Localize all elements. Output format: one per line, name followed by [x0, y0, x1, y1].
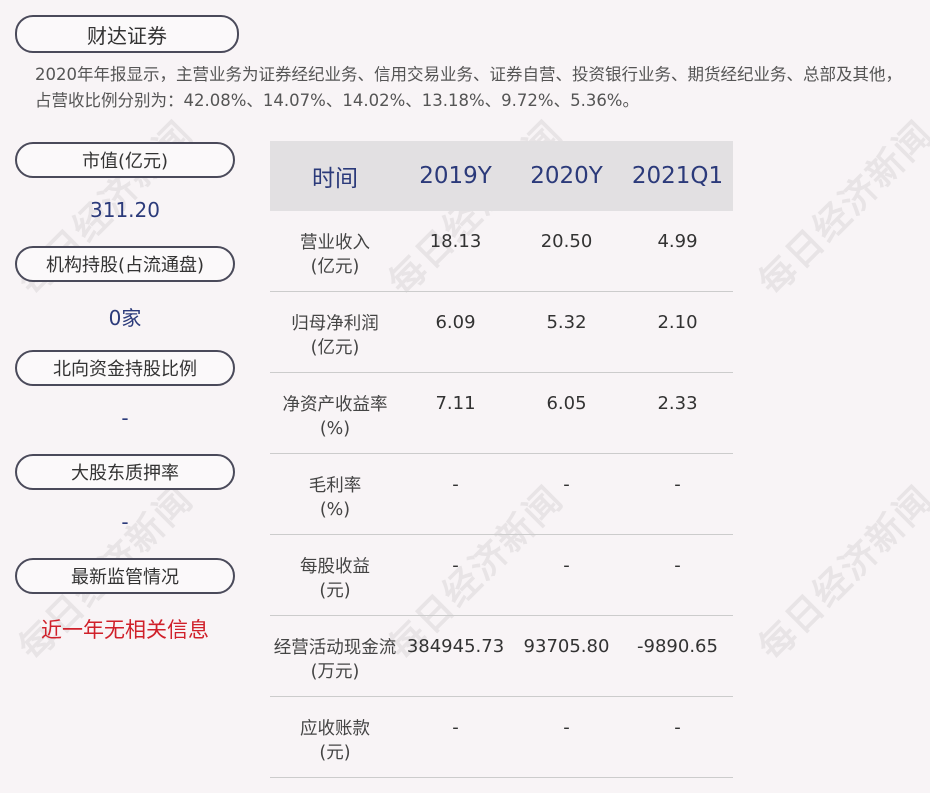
financial-table: 时间 2019Y 2020Y 2021Q1 营业收入 (亿元) 18.13 20.… [270, 141, 733, 778]
table-cell: - [452, 717, 459, 738]
pledge-ratio-label: 大股东质押率 [15, 454, 235, 490]
table-row: 毛利率 (%) - - - [270, 454, 733, 535]
table-cell: - [563, 717, 570, 738]
table-cell: - [563, 555, 570, 576]
pledge-ratio-value: - [121, 510, 129, 534]
watermark: 每日经济新闻 [751, 478, 930, 669]
regulatory-status-label: 最新监管情况 [15, 558, 235, 594]
northbound-holding-value: - [121, 406, 129, 430]
table-cell: - [674, 717, 681, 738]
table-cell: - [674, 474, 681, 495]
row-label: 每股收益 (元) [300, 557, 370, 601]
table-row: 每股收益 (元) - - - [270, 535, 733, 616]
regulatory-status-value: 近一年无相关信息 [41, 618, 209, 642]
table-header: 时间 2019Y 2020Y 2021Q1 [270, 141, 733, 211]
table-cell: -9890.65 [637, 636, 718, 657]
table-cell: 6.09 [435, 312, 476, 333]
table-cell: - [452, 555, 459, 576]
row-label: 净资产收益率 (%) [282, 395, 388, 439]
table-cell: - [563, 474, 570, 495]
table-row: 归母净利润 (亿元) 6.09 5.32 2.10 [270, 292, 733, 373]
table-row: 营业收入 (亿元) 18.13 20.50 4.99 [270, 211, 733, 292]
table-row: 净资产收益率 (%) 7.11 6.05 2.33 [270, 373, 733, 454]
northbound-holding-label: 北向资金持股比例 [15, 350, 235, 386]
table-row: 经营活动现金流 (万元) 384945.73 93705.80 -9890.65 [270, 616, 733, 697]
header-cell: 时间 [312, 166, 358, 192]
watermark: 每日经济新闻 [751, 113, 930, 304]
table-cell: 5.32 [546, 312, 587, 333]
table-cell: 384945.73 [406, 636, 505, 657]
table-cell: 18.13 [429, 231, 482, 252]
table-cell: 2.33 [657, 393, 698, 414]
table-cell: 2.10 [657, 312, 698, 333]
table-cell: 4.99 [657, 231, 698, 252]
row-label: 经营活动现金流 (万元) [273, 638, 397, 682]
row-label: 营业收入 (亿元) [300, 233, 370, 277]
table-cell: 20.50 [540, 231, 593, 252]
table-cell: 93705.80 [523, 636, 610, 657]
table-row: 应收账款 (元) - - - [270, 697, 733, 778]
row-label: 毛利率 (%) [308, 476, 362, 520]
header-cell: 2019Y [419, 163, 492, 189]
institutional-holding-label: 机构持股(占流通盘) [15, 246, 235, 282]
institutional-holding-value: 0家 [108, 306, 142, 330]
row-label: 应收账款 (元) [300, 719, 370, 763]
table-cell: 7.11 [435, 393, 476, 414]
business-summary: 2020年年报显示，主营业务为证券经纪业务、信用交易业务、证券自营、投资银行业务… [35, 65, 902, 110]
header-cell: 2021Q1 [631, 163, 724, 189]
row-label: 归母净利润 (亿元) [291, 314, 379, 358]
table-cell: - [674, 555, 681, 576]
market-cap-label: 市值(亿元) [15, 142, 235, 178]
company-title: 财达证券 [15, 15, 239, 53]
header-cell: 2020Y [530, 163, 603, 189]
table-cell: - [452, 474, 459, 495]
table-cell: 6.05 [546, 393, 587, 414]
market-cap-value: 311.20 [90, 198, 160, 222]
